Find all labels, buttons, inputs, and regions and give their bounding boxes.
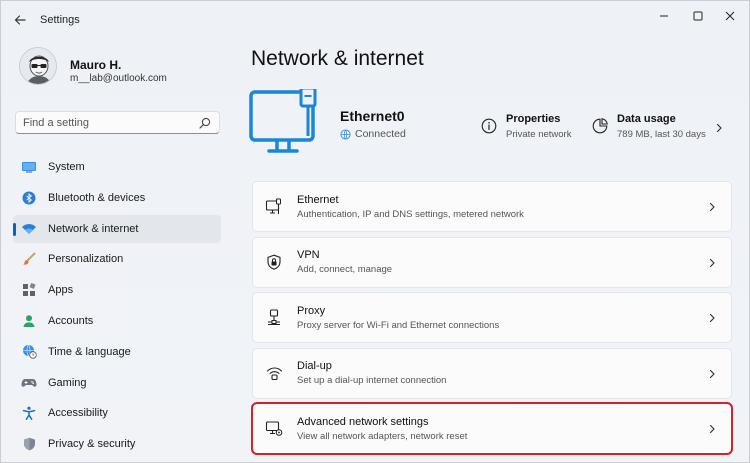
sidebar-item-label: Privacy & security: [48, 438, 136, 451]
properties-title: Properties: [506, 113, 561, 125]
card-title: Advanced network settings: [297, 415, 429, 428]
data-usage-title: Data usage: [617, 113, 676, 125]
wifi-icon: [21, 221, 37, 237]
sidebar-item-label: Bluetooth & devices: [48, 191, 146, 204]
sidebar-item-label: Accessibility: [48, 407, 108, 420]
chevron-right-icon: [709, 202, 715, 212]
vpn-card[interactable]: VPN Add, connect, manage: [252, 236, 732, 288]
dial-up-card[interactable]: Dial-up Set up a dial-up internet connec…: [252, 347, 732, 399]
card-subtitle: Add, connect, manage: [297, 264, 393, 276]
sidebar-item-system[interactable]: System: [13, 153, 221, 181]
properties-link[interactable]: Properties Private network: [481, 113, 571, 140]
card-subtitle: Authentication, IP and DNS settings, met…: [297, 208, 524, 220]
chevron-right-icon[interactable]: [714, 123, 724, 133]
app-title: Settings: [40, 14, 80, 26]
sidebar-item-bluetooth-devices[interactable]: Bluetooth & devices: [13, 184, 221, 212]
advanced-network-icon: [265, 420, 283, 438]
title-bar: Settings: [1, 1, 749, 39]
search-icon[interactable]: [198, 116, 212, 130]
sidebar-item-apps[interactable]: Apps: [13, 276, 221, 304]
ethernet-icon: [265, 198, 283, 216]
globe-icon: [340, 128, 351, 140]
shield-icon: [21, 436, 37, 452]
sidebar-item-accounts[interactable]: Accounts: [13, 307, 221, 335]
sidebar-item-label: Time & language: [48, 345, 131, 358]
dialup-icon: [265, 364, 283, 382]
card-title: VPN: [297, 249, 320, 262]
system-icon: [21, 159, 37, 175]
chevron-right-icon: [709, 314, 715, 323]
chevron-right-icon: [709, 369, 715, 378]
card-subtitle: Proxy server for Wi-Fi and Ethernet conn…: [297, 319, 500, 331]
chevron-right-icon: [709, 258, 715, 267]
proxy-card[interactable]: Proxy Proxy server for Wi-Fi and Etherne…: [252, 292, 732, 344]
vpn-shield-icon: [265, 253, 283, 271]
accessibility-icon: [21, 405, 37, 421]
search-box: [15, 111, 220, 134]
sidebar-item-network-internet[interactable]: Network & internet: [13, 214, 221, 243]
arrow-left-icon: [14, 15, 26, 25]
sidebar-item-gaming[interactable]: Gaming: [13, 369, 221, 397]
sidebar-item-label: Accounts: [48, 314, 94, 327]
globe-clock-icon: [21, 344, 37, 360]
sidebar-item-accessibility[interactable]: Accessibility: [13, 399, 221, 427]
apps-icon: [21, 282, 37, 298]
maximize-button[interactable]: [685, 7, 711, 25]
data-usage-icon: [592, 118, 608, 134]
search-input[interactable]: [16, 112, 186, 133]
card-title: Ethernet: [297, 193, 339, 206]
sidebar-item-privacy-security[interactable]: Privacy & security: [13, 430, 221, 458]
card-title: Dial-up: [297, 360, 332, 373]
sidebar-item-label: Network & internet: [48, 222, 139, 235]
maximize-icon: [693, 11, 703, 21]
sidebar-item-label: Personalization: [48, 253, 124, 266]
page-title: Network & internet: [251, 47, 424, 70]
card-subtitle: View all network adapters, network reset: [297, 430, 468, 442]
sidebar-item-label: Gaming: [48, 376, 87, 389]
settings-window: Settings Mauro H. m__lab@outlook.com Fin…: [0, 0, 750, 463]
sidebar-nav: System Bluetooth & devices Network & int…: [13, 153, 221, 461]
back-button[interactable]: [11, 11, 29, 29]
avatar[interactable]: [19, 47, 57, 85]
data-usage-subtitle: 789 MB, last 30 days: [617, 129, 706, 140]
chevron-right-icon: [709, 425, 715, 434]
active-indicator: [13, 222, 16, 236]
user-email: m__lab@outlook.com: [70, 73, 167, 84]
minimize-icon: [660, 15, 668, 17]
sidebar-item-label: System: [48, 161, 85, 173]
minimize-button[interactable]: [651, 7, 677, 25]
connection-status-text: Connected: [355, 128, 406, 140]
gamepad-icon: [21, 375, 37, 391]
proxy-icon: [265, 309, 283, 327]
card-subtitle: Set up a dial-up internet connection: [297, 375, 447, 387]
sidebar-item-time-language[interactable]: Time & language: [13, 338, 221, 366]
brush-icon: [21, 251, 37, 267]
avatar-icon: [20, 48, 56, 84]
connection-status: Connected: [340, 128, 406, 140]
card-title: Proxy: [297, 304, 326, 317]
ethernet-monitor-icon: [249, 89, 329, 161]
properties-subtitle: Private network: [506, 129, 572, 140]
connection-name: Ethernet0: [340, 108, 405, 124]
data-usage-link[interactable]: Data usage 789 MB, last 30 days: [592, 113, 706, 140]
network-settings-list: Ethernet Authentication, IP and DNS sett…: [251, 181, 733, 459]
sidebar-item-label: Apps: [48, 284, 74, 297]
ethernet-card[interactable]: Ethernet Authentication, IP and DNS sett…: [252, 181, 732, 232]
sidebar-item-personalization[interactable]: Personalization: [13, 245, 221, 273]
info-icon: [481, 118, 497, 134]
bluetooth-icon: [21, 190, 37, 206]
close-icon: [725, 11, 735, 21]
user-name: Mauro H.: [70, 58, 122, 72]
advanced-network-settings-card[interactable]: Advanced network settings View all netwo…: [251, 402, 733, 456]
accounts-icon: [21, 313, 37, 329]
close-button[interactable]: [717, 7, 743, 25]
